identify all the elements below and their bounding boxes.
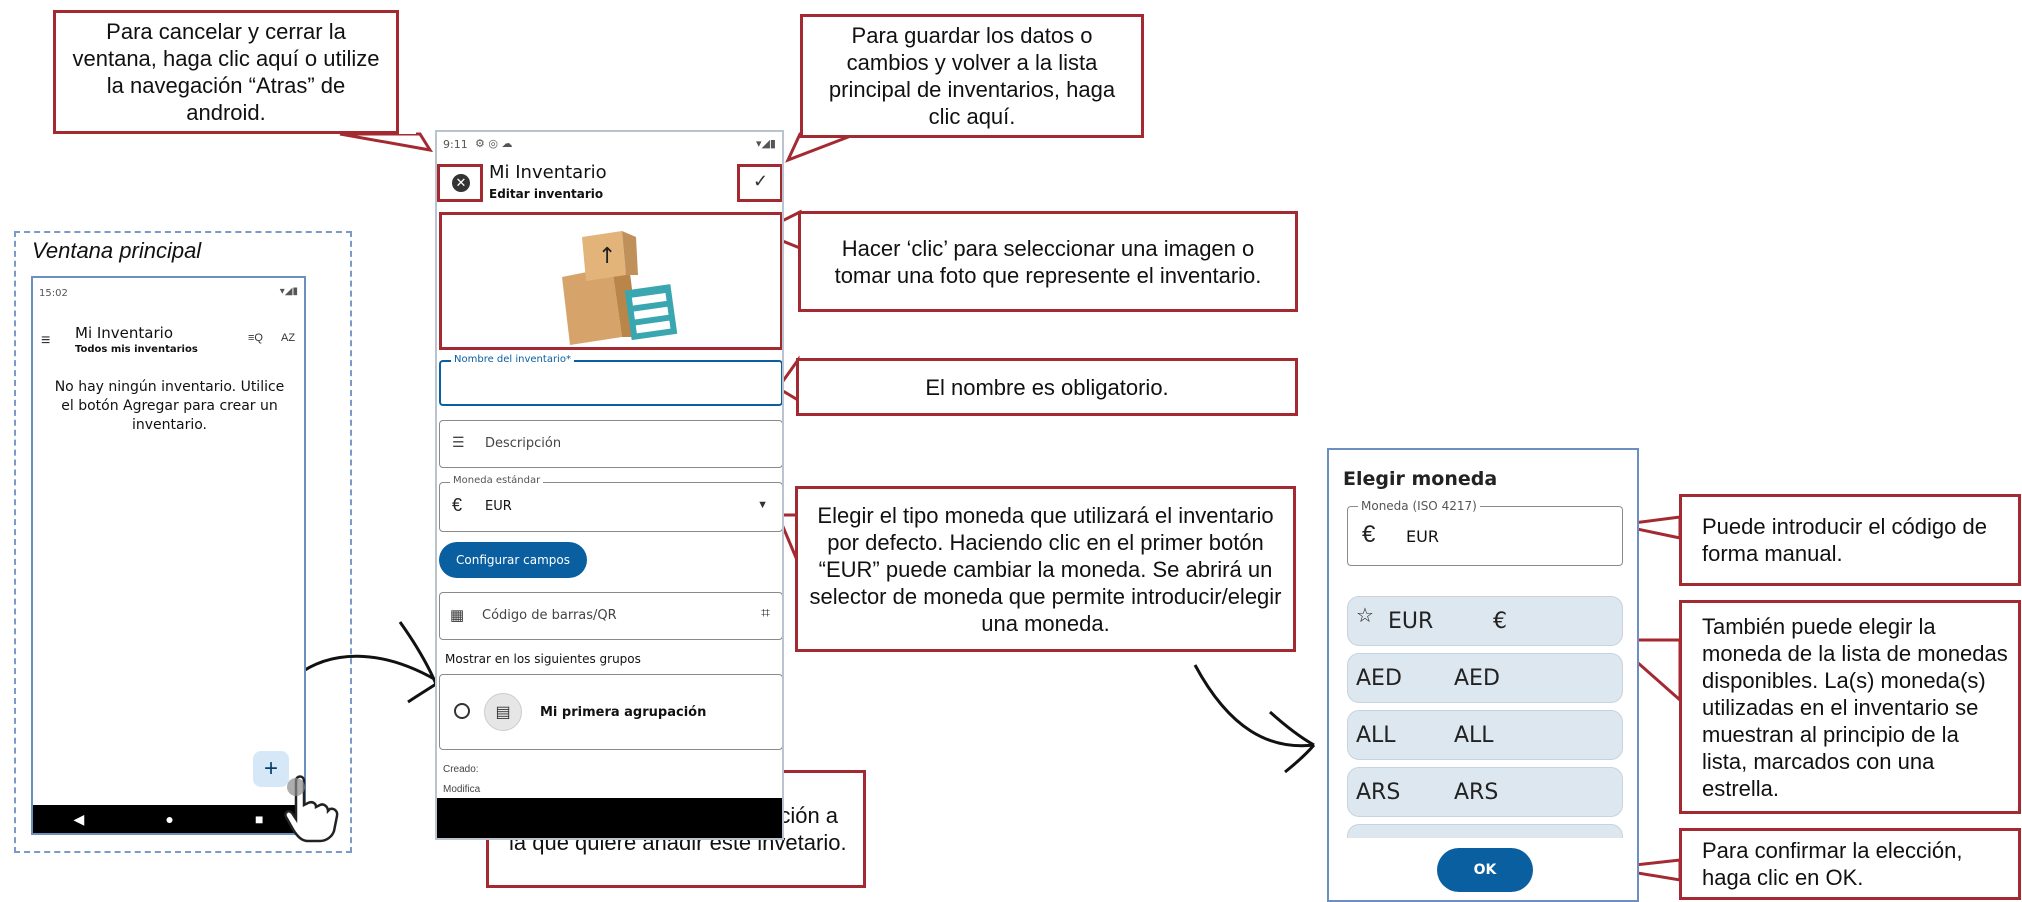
menu-icon[interactable]: ≡ xyxy=(41,332,50,350)
currency-option-name: ARS xyxy=(1454,780,1499,805)
currency-code-label: Moneda (ISO 4217) xyxy=(1358,499,1480,513)
main-phone: 15:02 ▾◢▮ ≡ Mi Inventario Todos mis inve… xyxy=(31,276,306,835)
currency-value: EUR xyxy=(485,499,512,514)
manual-code-callout: Puede introducir el código de forma manu… xyxy=(1679,494,2021,586)
modified-label: Modifica xyxy=(443,784,481,795)
description-field[interactable]: ☰ Descripción xyxy=(439,420,782,468)
currency-label: Moneda estándar xyxy=(450,475,544,486)
dialog-title: Elegir moneda xyxy=(1343,468,1498,490)
hand-pointer-icon xyxy=(284,775,339,843)
edit-status-time: 9:11 xyxy=(443,138,468,151)
edit-status-right: ▾◢▮ xyxy=(755,137,776,150)
close-icon: ✕ xyxy=(452,174,470,192)
inventory-image-icon: ↑ xyxy=(562,231,678,345)
barcode-field[interactable]: ▦ Código de barras/QR ⌗ xyxy=(439,592,782,640)
currency-field[interactable]: Moneda estándar € EUR ▼ xyxy=(439,475,782,532)
currency-option-all[interactable]: ALL ALL xyxy=(1347,710,1623,760)
currency-dialog: Elegir moneda Moneda (ISO 4217) € EUR ☆ … xyxy=(1327,448,1639,902)
created-label: Creado: xyxy=(443,764,479,775)
main-window-caption: Ventana principal xyxy=(32,238,202,263)
main-subtitle: Todos mis inventarios xyxy=(75,344,198,355)
groups-heading: Mostrar en los siguientes grupos xyxy=(445,652,641,666)
close-button[interactable]: ✕ xyxy=(437,164,483,202)
description-icon: ☰ xyxy=(452,434,465,450)
cancel-callout-tail xyxy=(339,132,434,153)
edit-android-navbar xyxy=(437,798,782,838)
dialog-euro-icon: € xyxy=(1362,521,1376,548)
description-placeholder: Descripción xyxy=(485,436,562,451)
currency-option-name: AED xyxy=(1454,666,1500,691)
group-item-label: Mi primera agrupación xyxy=(540,705,707,720)
ok-button[interactable]: OK xyxy=(1437,848,1533,892)
barcode-placeholder: Código de barras/QR xyxy=(482,608,617,623)
svg-text:↑: ↑ xyxy=(598,244,616,269)
currency-option-eur[interactable]: ☆ EUR € xyxy=(1347,596,1623,646)
sort-az-icon[interactable]: AZ xyxy=(281,332,295,344)
save-callout: Para guardar los datos o cambios y volve… xyxy=(800,14,1144,138)
currency-option-code: ARS xyxy=(1356,780,1401,805)
android-navbar: ◀ ● ■ xyxy=(33,805,304,833)
qr-code-icon: ▦ xyxy=(450,607,465,624)
currency-code-value: EUR xyxy=(1406,527,1439,546)
currency-option-code: EUR xyxy=(1388,609,1434,634)
edit-title: Mi Inventario xyxy=(489,162,607,183)
currency-option-name: ALL xyxy=(1454,723,1494,748)
recents-nav-icon[interactable]: ■ xyxy=(255,811,263,827)
status-time: 15:02 xyxy=(39,288,68,299)
empty-message: No hay ningún inventario. Utilice el bot… xyxy=(54,379,285,433)
image-callout: Hacer ‘clic’ para seleccionar una imagen… xyxy=(798,211,1298,312)
name-callout: El nombre es obligatorio. xyxy=(796,358,1298,416)
configure-fields-button[interactable]: Configurar campos xyxy=(439,542,587,578)
euro-icon: € xyxy=(452,495,463,515)
currency-callout: Elegir el tipo moneda que utilizará el i… xyxy=(795,486,1296,652)
group-radio-button[interactable] xyxy=(454,703,470,719)
cancel-callout: Para cancelar y cerrar la ventana, haga … xyxy=(53,10,399,134)
back-nav-icon[interactable]: ◀ xyxy=(74,811,85,828)
list-choice-callout: También puede elegir la moneda de la lis… xyxy=(1679,600,2021,814)
edit-phone: 9:11 ⚙ ◎ ☁ ▾◢▮ ✕ Mi Inventario Editar in… xyxy=(435,130,784,840)
currency-code-field[interactable]: Moneda (ISO 4217) € EUR xyxy=(1347,499,1623,566)
scan-icon[interactable]: ⌗ xyxy=(761,605,770,623)
search-filter-icon[interactable]: ≡Q xyxy=(248,332,263,344)
save-button[interactable]: ✓ xyxy=(737,164,782,202)
edit-subtitle: Editar inventario xyxy=(489,187,604,201)
home-nav-icon[interactable]: ● xyxy=(165,811,173,827)
group-item[interactable]: ▤ Mi primera agrupación xyxy=(439,674,782,750)
inventory-name-field[interactable]: Nombre del inventario* xyxy=(439,354,782,406)
main-title: Mi Inventario xyxy=(75,324,174,342)
archive-box-icon: ▤ xyxy=(484,693,522,731)
currency-option-aed[interactable]: AED AED xyxy=(1347,653,1623,703)
edit-status-icons: ⚙ ◎ ☁ xyxy=(475,137,513,150)
currency-option-name: € xyxy=(1493,609,1507,634)
currency-option-code: ALL xyxy=(1356,723,1396,748)
status-icons: ▾◢▮ xyxy=(279,286,298,297)
star-icon: ☆ xyxy=(1356,603,1374,627)
image-picker[interactable]: ↑ xyxy=(439,212,782,350)
check-icon: ✓ xyxy=(753,171,769,191)
currency-option-partial xyxy=(1347,824,1623,838)
currency-option-ars[interactable]: ARS ARS xyxy=(1347,767,1623,817)
inventory-name-label: Nombre del inventario* xyxy=(451,354,574,365)
currency-option-code: AED xyxy=(1356,666,1402,691)
dropdown-arrow-icon: ▼ xyxy=(757,499,768,511)
confirm-callout: Para confirmar la elección, haga clic en… xyxy=(1679,828,2021,900)
